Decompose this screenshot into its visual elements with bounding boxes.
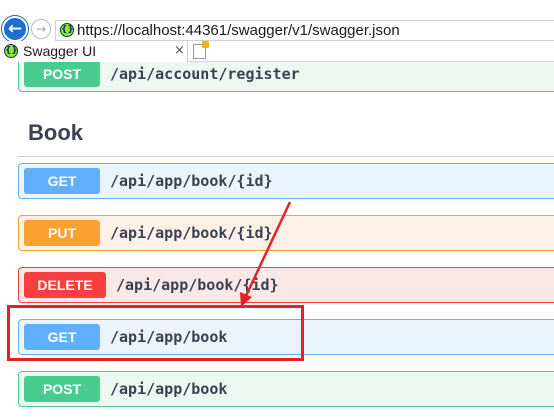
back-arrow-icon: ← <box>7 19 23 39</box>
url-field[interactable]: {} https://localhost:44361/swagger/v1/sw… <box>55 20 554 41</box>
tab-bar: {} Swagger UI × <box>0 41 554 62</box>
new-tab-icon[interactable] <box>193 41 209 59</box>
tab-title: Swagger UI <box>23 43 97 59</box>
swagger-content: POST /api/account/register Book GET /api… <box>0 62 554 419</box>
tab-swagger-ui[interactable]: {} Swagger UI × <box>0 41 188 62</box>
swagger-tab-icon: {} <box>4 44 18 58</box>
forward-button[interactable]: → <box>31 19 51 39</box>
forward-arrow-icon: → <box>35 22 47 36</box>
back-button[interactable]: ← <box>2 16 28 42</box>
arrow-pointer <box>240 201 292 307</box>
address-bar: ← → {} https://localhost:44361/swagger/v… <box>0 0 554 42</box>
close-icon[interactable]: × <box>174 43 185 59</box>
swagger-site-icon: {} <box>60 23 74 37</box>
url-text[interactable]: https://localhost:44361/swagger/v1/swagg… <box>77 22 400 40</box>
